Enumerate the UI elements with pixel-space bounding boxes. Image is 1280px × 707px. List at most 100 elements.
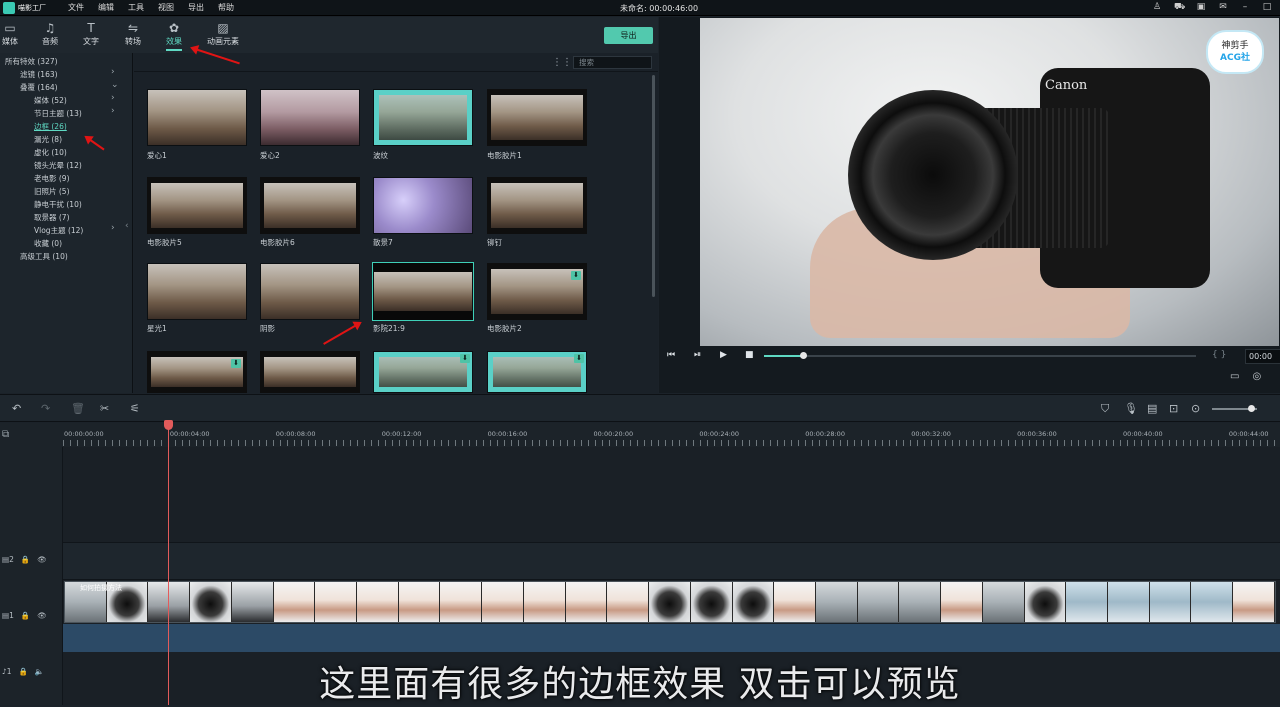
effect-thumbnail[interactable] bbox=[147, 263, 247, 320]
tab-audio[interactable]: ♫ 音频 bbox=[42, 21, 58, 47]
sidebar-item-media[interactable]: 媒体 (52) bbox=[34, 95, 67, 106]
sidebar-item-advanced[interactable]: 高级工具 (10) bbox=[20, 251, 68, 262]
minimize-icon[interactable]: – bbox=[1240, 2, 1250, 12]
play-pause-icon[interactable]: ⏯ bbox=[694, 350, 701, 360]
seek-handle[interactable] bbox=[799, 352, 807, 359]
effect-thumbnail[interactable]: ⬇ bbox=[487, 351, 587, 393]
video-track-2[interactable] bbox=[63, 542, 1280, 580]
zoom-slider-handle[interactable] bbox=[1248, 405, 1255, 412]
effect-label: 电影胶片2 bbox=[487, 324, 522, 333]
mic-icon[interactable]: 🎙 bbox=[1124, 402, 1138, 415]
effect-thumbnail[interactable] bbox=[147, 177, 247, 234]
effect-thumbnail[interactable]: ⬇ bbox=[147, 351, 247, 393]
menu-export[interactable]: 导出 bbox=[188, 2, 204, 13]
grid-view-icon[interactable]: ⋮⋮ bbox=[552, 57, 572, 68]
ruler-label: 00:00:08:00 bbox=[275, 430, 316, 438]
music-icon: ♫ bbox=[44, 21, 56, 35]
effect-thumbnail[interactable] bbox=[147, 89, 247, 146]
display-settings-icon[interactable]: ▭ bbox=[1230, 371, 1239, 382]
sidebar-item-favorites[interactable]: 收藏 (0) bbox=[34, 238, 62, 249]
add-track-icon[interactable]: ⧉ bbox=[2, 429, 9, 440]
export-button[interactable]: 导出 bbox=[604, 27, 653, 44]
voiceover-icon[interactable]: ▤ bbox=[1147, 402, 1157, 415]
chevron-right-icon[interactable]: › bbox=[111, 67, 115, 77]
mail-icon[interactable]: ✉ bbox=[1218, 2, 1228, 12]
audio-track-1-region[interactable] bbox=[63, 624, 1280, 652]
sidebar-item-filters[interactable]: 滤镜 (163) bbox=[20, 69, 58, 80]
cart-icon[interactable]: ⛟ bbox=[1174, 2, 1185, 12]
effect-thumbnail[interactable] bbox=[260, 263, 360, 320]
tab-animated-elements[interactable]: ▨ 动画元素 bbox=[207, 21, 239, 47]
sidebar-item-light-leak[interactable]: 漏光 (8) bbox=[34, 134, 62, 145]
marker-icon[interactable]: ⛉ bbox=[1101, 402, 1109, 416]
mark-in-out-icon[interactable]: { } bbox=[1212, 350, 1226, 360]
effect-thumbnail[interactable] bbox=[260, 89, 360, 146]
play-icon[interactable]: ▶ bbox=[720, 350, 727, 360]
video-clip[interactable] bbox=[64, 581, 1276, 623]
cut-icon[interactable]: ✂ bbox=[100, 402, 109, 415]
chevron-down-icon[interactable]: ⌄ bbox=[111, 80, 119, 90]
effect-thumbnail[interactable]: ⬇ bbox=[487, 263, 587, 320]
tab-effects[interactable]: ✿ 效果 bbox=[166, 21, 182, 51]
effect-thumbnail[interactable] bbox=[487, 177, 587, 234]
eye-icon[interactable]: 👁 bbox=[37, 611, 47, 620]
chevron-right-icon[interactable]: › bbox=[111, 93, 115, 103]
split-screen-icon[interactable]: ⊡ bbox=[1169, 402, 1178, 415]
menu-edit[interactable]: 编辑 bbox=[98, 2, 114, 13]
effect-thumbnail[interactable] bbox=[373, 177, 473, 234]
chevron-right-icon[interactable]: › bbox=[111, 106, 115, 116]
sidebar-item-old-film[interactable]: 老电影 (9) bbox=[34, 173, 70, 184]
preview-panel: Canon bbox=[659, 17, 1280, 393]
menu-tools[interactable]: 工具 bbox=[128, 2, 144, 13]
effect-thumbnail[interactable] bbox=[373, 89, 473, 146]
maximize-icon[interactable]: □ bbox=[1262, 2, 1272, 12]
delete-icon[interactable]: 🗑 bbox=[71, 402, 85, 415]
effect-thumbnail[interactable] bbox=[372, 262, 474, 321]
seek-bar[interactable] bbox=[764, 352, 1196, 359]
sidebar-item-all[interactable]: 所有特效 (327) bbox=[5, 56, 58, 67]
sidebar-item-holiday[interactable]: 节日主题 (13) bbox=[34, 108, 82, 119]
menu-help[interactable]: 帮助 bbox=[218, 2, 234, 13]
effect-label: 铆钉 bbox=[487, 238, 502, 247]
menu-view[interactable]: 视图 bbox=[158, 2, 174, 13]
effect-thumbnail[interactable] bbox=[260, 177, 360, 234]
sidebar-item-old-photo[interactable]: 旧照片 (5) bbox=[34, 186, 70, 197]
snapshot-icon[interactable]: ◎ bbox=[1252, 371, 1261, 382]
text-icon: T bbox=[87, 21, 95, 35]
effect-thumbnail[interactable]: ⬇ bbox=[373, 351, 473, 393]
download-icon[interactable]: ⬇ bbox=[231, 359, 241, 368]
eye-icon[interactable]: 👁 bbox=[37, 555, 47, 564]
effect-thumbnail[interactable] bbox=[260, 351, 360, 393]
sidebar-item-blur[interactable]: 虚化 (10) bbox=[34, 147, 67, 158]
chevron-right-icon[interactable]: › bbox=[111, 223, 115, 233]
tab-media[interactable]: ▭ 媒体 bbox=[2, 21, 18, 47]
zoom-fit-icon[interactable]: ⊙ bbox=[1191, 402, 1200, 415]
menu-file[interactable]: 文件 bbox=[68, 2, 84, 13]
search-input[interactable]: 搜索 bbox=[573, 56, 652, 69]
download-icon[interactable]: ⬇ bbox=[574, 354, 584, 363]
lock-icon[interactable]: 🔒 bbox=[21, 611, 30, 620]
app-logo: 喵影工厂 bbox=[3, 1, 49, 15]
redo-icon[interactable]: ↷ bbox=[41, 402, 50, 415]
stop-icon[interactable]: ■ bbox=[745, 350, 754, 360]
sidebar-item-static[interactable]: 静电干扰 (10) bbox=[34, 199, 82, 210]
sidebar-item-borders[interactable]: 边框 (26) bbox=[34, 121, 67, 132]
timeline-ruler[interactable]: ⧉ 00:00:00:00 00:00:04:00 00:00:08:00 00:00… bbox=[0, 423, 1280, 447]
sidebar-item-vlog[interactable]: Vlog主题 (12) bbox=[34, 225, 83, 236]
lock-icon[interactable]: 🔒 bbox=[21, 555, 30, 564]
save-icon[interactable]: ▣ bbox=[1196, 2, 1206, 12]
adjust-icon[interactable]: ⚟ bbox=[130, 402, 140, 415]
effect-thumbnail[interactable] bbox=[487, 89, 587, 146]
grid-scrollbar[interactable] bbox=[652, 75, 655, 297]
collapse-sidebar-icon[interactable]: ‹ bbox=[125, 221, 129, 231]
tab-text[interactable]: T 文字 bbox=[83, 21, 99, 47]
sidebar-item-lens-flare[interactable]: 镜头光晕 (12) bbox=[34, 160, 82, 171]
download-icon[interactable]: ⬇ bbox=[460, 354, 470, 363]
download-icon[interactable]: ⬇ bbox=[571, 271, 581, 280]
tab-transition[interactable]: ⇋ 转场 bbox=[125, 21, 141, 47]
sidebar-item-viewfinder[interactable]: 取景器 (7) bbox=[34, 212, 70, 223]
prev-frame-icon[interactable]: ⏮ bbox=[667, 350, 675, 360]
undo-icon[interactable]: ↶ bbox=[12, 402, 21, 415]
user-icon[interactable]: ♙ bbox=[1152, 2, 1162, 12]
sidebar-item-overlays[interactable]: 叠覆 (164) bbox=[20, 82, 58, 93]
